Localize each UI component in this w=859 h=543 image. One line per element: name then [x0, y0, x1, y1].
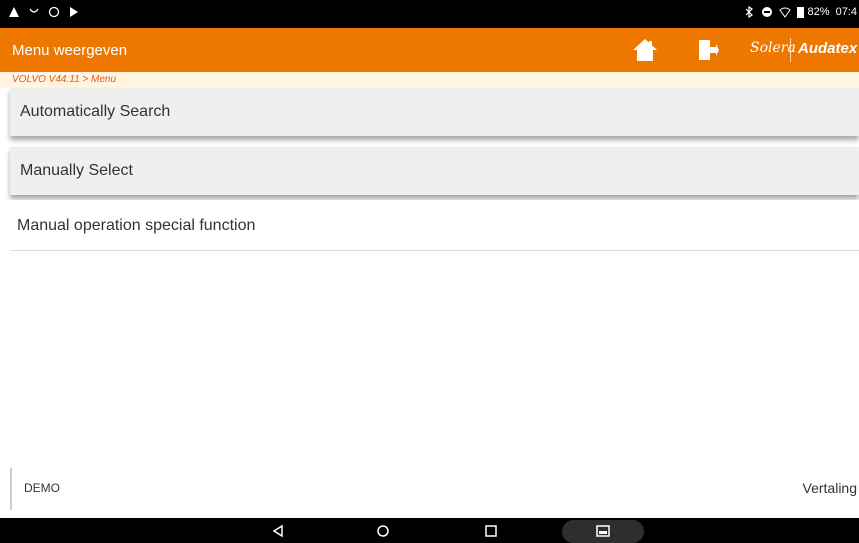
app-bar: Menu weergeven Solera Audatex	[0, 28, 859, 72]
recents-icon[interactable]	[483, 523, 499, 539]
breadcrumb-text: VOLVO V44.11 > Menu	[12, 74, 117, 85]
system-navigation-bar	[0, 518, 859, 543]
brand-divider	[790, 38, 791, 62]
signal-icon	[29, 8, 39, 13]
manually-select-button[interactable]: Manually Select	[10, 147, 859, 195]
menu-item-label: Manual operation special function	[17, 217, 256, 234]
bluetooth-icon	[745, 6, 753, 18]
play-icon	[70, 7, 78, 17]
breadcrumb: VOLVO V44.11 > Menu	[0, 72, 859, 88]
solera-logo: Solera	[750, 40, 796, 56]
manual-operation-special-function-item[interactable]: Manual operation special function	[10, 200, 859, 251]
status-left-icons	[8, 6, 80, 18]
audatex-logo: Audatex	[798, 40, 858, 57]
footer-bar: DEMO Vertaling	[10, 468, 859, 510]
notification-icon	[48, 6, 60, 18]
back-icon[interactable]	[270, 523, 286, 539]
battery-icon	[796, 6, 804, 18]
wifi-icon	[778, 7, 791, 18]
warning-icon	[9, 7, 19, 17]
do-not-disturb-icon	[761, 7, 772, 17]
home-icon[interactable]	[632, 38, 658, 62]
status-right: 82% 07:4	[743, 6, 857, 18]
screenshot-icon	[596, 525, 610, 537]
automatically-search-button[interactable]: Automatically Search	[10, 88, 859, 136]
status-bar: 82% 07:4	[0, 0, 859, 28]
exit-icon[interactable]	[697, 38, 719, 62]
battery-percent: 82%	[807, 6, 830, 18]
menu-item-label: Manually Select	[20, 162, 133, 179]
demo-label: DEMO	[24, 481, 60, 495]
translation-button[interactable]: Vertaling	[803, 480, 857, 496]
screenshot-pill[interactable]	[562, 520, 644, 543]
clock: 07:4	[835, 6, 857, 18]
home-nav-icon[interactable]	[375, 523, 391, 539]
menu-item-label: Automatically Search	[20, 103, 171, 120]
page-title: Menu weergeven	[12, 42, 128, 59]
